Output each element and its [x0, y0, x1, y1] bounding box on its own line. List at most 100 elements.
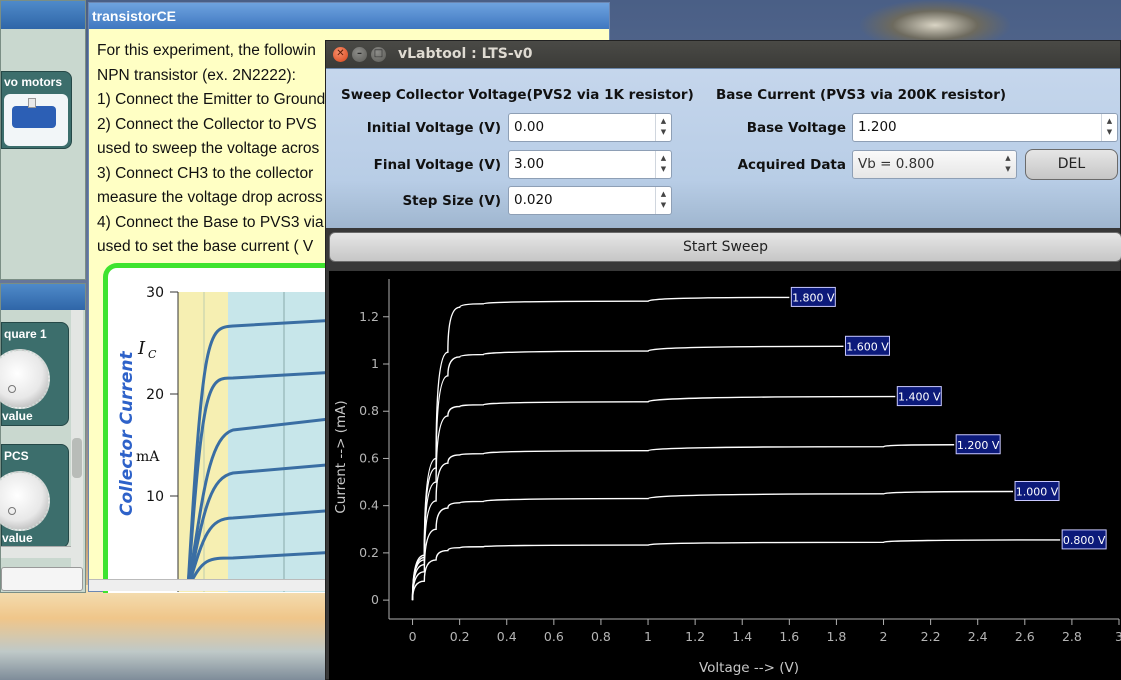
- figure-y-axis-title: Collector Current: [117, 350, 137, 516]
- acquired-data-combobox[interactable]: Vb = 0.800 ▲ ▼: [852, 150, 1017, 179]
- combobox-value: Vb = 0.800: [858, 156, 935, 172]
- spinbox-value: 0.020: [514, 192, 553, 208]
- knob-title: PCS: [4, 449, 29, 463]
- close-icon[interactable]: ✕: [333, 47, 348, 62]
- spinbox-value: 1.200: [858, 119, 897, 135]
- spin-arrows-icon[interactable]: ▲ ▼: [1101, 114, 1117, 141]
- y-tick-label: 0.4: [359, 498, 379, 513]
- y-tick-label: 1.2: [359, 309, 379, 324]
- spinbox-value: 0.00: [514, 119, 545, 135]
- step-size-spinbox[interactable]: 0.020 ▲ ▼: [508, 186, 672, 215]
- x-tick-label: 0.8: [591, 629, 611, 644]
- knob-value-label: value: [2, 409, 33, 423]
- servo-arm: [28, 98, 36, 108]
- x-tick-label: 2: [880, 629, 888, 644]
- series-line: [411, 395, 896, 601]
- y-tick-label: 0.6: [359, 450, 379, 465]
- series-label: 0.800 V: [1063, 534, 1106, 547]
- scrollbar-thumb[interactable]: [72, 438, 82, 478]
- x-tick-label: 2.6: [1015, 629, 1035, 644]
- series-label: 1.000 V: [1016, 486, 1059, 499]
- x-tick-label: 2.2: [921, 629, 941, 644]
- knob-indicator: [8, 385, 16, 393]
- background-plant: [860, 0, 1010, 42]
- servo-motors-label: vo motors: [4, 75, 63, 89]
- x-tick-label: 3: [1115, 629, 1121, 644]
- x-tick-label: 0: [409, 629, 417, 644]
- base-section-heading: Base Current (PVS3 via 200K resistor): [716, 87, 1007, 103]
- step-size-label: Step Size (V): [402, 193, 501, 209]
- series-line: [411, 444, 955, 601]
- minimize-icon[interactable]: –: [352, 47, 367, 62]
- series-label: 1.200 V: [957, 439, 1000, 452]
- figure-ic-subscript: C: [148, 348, 157, 361]
- y-tick-label: 0: [371, 592, 379, 607]
- spin-arrows-icon[interactable]: ▲ ▼: [655, 151, 671, 178]
- dial-knob[interactable]: [0, 471, 50, 531]
- series-label: 1.400 V: [898, 391, 941, 404]
- delete-button[interactable]: DEL: [1025, 149, 1118, 180]
- background-sunset: [0, 585, 330, 680]
- acquired-data-label: Acquired Data: [737, 157, 846, 173]
- figure-ic-label: I: [137, 338, 146, 359]
- start-sweep-button[interactable]: Start Sweep: [329, 232, 1121, 262]
- spin-arrows-icon[interactable]: ▲ ▼: [655, 114, 671, 141]
- series-line: [411, 345, 844, 601]
- x-tick-label: 0.2: [450, 629, 470, 644]
- maximize-icon[interactable]: □: [371, 47, 386, 62]
- knob-value-label: value: [2, 531, 33, 545]
- final-voltage-spinbox[interactable]: 3.00 ▲ ▼: [508, 150, 672, 179]
- iv-curve-plot[interactable]: 0 0.2 0.4 0.6 0.8 1 1.2 1.4 1.6 1.8 2 2.2 2.4 2.6 2.8 3…: [329, 271, 1121, 680]
- widget-panel-bottom: quare 1 value PCS value: [0, 283, 86, 593]
- initial-voltage-spinbox[interactable]: 0.00 ▲ ▼: [508, 113, 672, 142]
- figure-tick-label: 20: [146, 387, 164, 403]
- y-axis-title: Current --> (mA): [333, 400, 349, 513]
- initial-voltage-label: Initial Voltage (V): [366, 120, 501, 136]
- square-wave-knob-tile[interactable]: quare 1 value: [0, 322, 69, 426]
- figure-active-region: [228, 292, 338, 592]
- horizontal-scrollbar[interactable]: [1, 546, 71, 558]
- plot-canvas: 0 0.2 0.4 0.6 0.8 1 1.2 1.4 1.6 1.8 2 2.2 2.4 2.6 2.8 3…: [333, 279, 1121, 676]
- vertical-scrollbar[interactable]: [71, 310, 83, 570]
- widget-panel-top-header[interactable]: [1, 1, 85, 29]
- x-tick-label: 1.8: [826, 629, 846, 644]
- title-bar[interactable]: ✕ – □ vLabtool : LTS-v0: [326, 41, 1120, 68]
- base-voltage-spinbox[interactable]: 1.200 ▲ ▼: [852, 113, 1118, 142]
- pcs-knob-tile[interactable]: PCS value: [0, 444, 69, 548]
- knob-indicator: [8, 507, 16, 515]
- spinbox-value: 3.00: [514, 156, 545, 172]
- x-tick-label: 2.4: [968, 629, 988, 644]
- final-voltage-label: Final Voltage (V): [373, 157, 501, 173]
- control-panel: Sweep Collector Voltage(PVS2 via 1K resi…: [326, 68, 1120, 228]
- x-tick-label: 1: [644, 629, 652, 644]
- widget-panel-bottom-header[interactable]: [1, 284, 85, 310]
- series-label: 1.800 V: [792, 291, 835, 304]
- x-tick-label: 2.8: [1062, 629, 1082, 644]
- dial-knob[interactable]: [0, 349, 50, 409]
- y-tick-label: 0.2: [359, 545, 379, 560]
- series-line: [411, 539, 1061, 601]
- horizontal-scrollbar[interactable]: [89, 579, 327, 591]
- spin-arrows-icon[interactable]: ▲ ▼: [655, 187, 671, 214]
- figure-unit-label: mA: [136, 449, 160, 465]
- servo-motor-image: [4, 94, 68, 146]
- knob-title: quare 1: [4, 327, 47, 341]
- x-tick-label: 1.6: [779, 629, 799, 644]
- base-voltage-label: Base Voltage: [746, 120, 846, 136]
- panel-combo-box[interactable]: [1, 567, 83, 591]
- window-title: vLabtool : LTS-v0: [398, 46, 533, 62]
- chevron-updown-icon: ▲ ▼: [1005, 154, 1011, 173]
- x-tick-label: 0.4: [497, 629, 517, 644]
- series-label: 1.600 V: [846, 340, 889, 353]
- characteristics-figure: 30 20 10 I C mA Collector Current: [103, 263, 343, 593]
- y-tick-label: 1: [371, 356, 379, 371]
- x-tick-label: 1.2: [685, 629, 705, 644]
- y-tick-label: 0.8: [359, 403, 379, 418]
- servo-motors-tile[interactable]: vo motors: [1, 71, 72, 149]
- x-axis-title: Voltage --> (V): [699, 660, 799, 676]
- sweep-section-heading: Sweep Collector Voltage(PVS2 via 1K resi…: [341, 87, 694, 103]
- series-line: [411, 296, 790, 601]
- window-title: transistorCE: [89, 3, 609, 29]
- vlabtool-window: ✕ – □ vLabtool : LTS-v0 Sweep Collector …: [325, 40, 1121, 680]
- servo-body: [12, 106, 56, 128]
